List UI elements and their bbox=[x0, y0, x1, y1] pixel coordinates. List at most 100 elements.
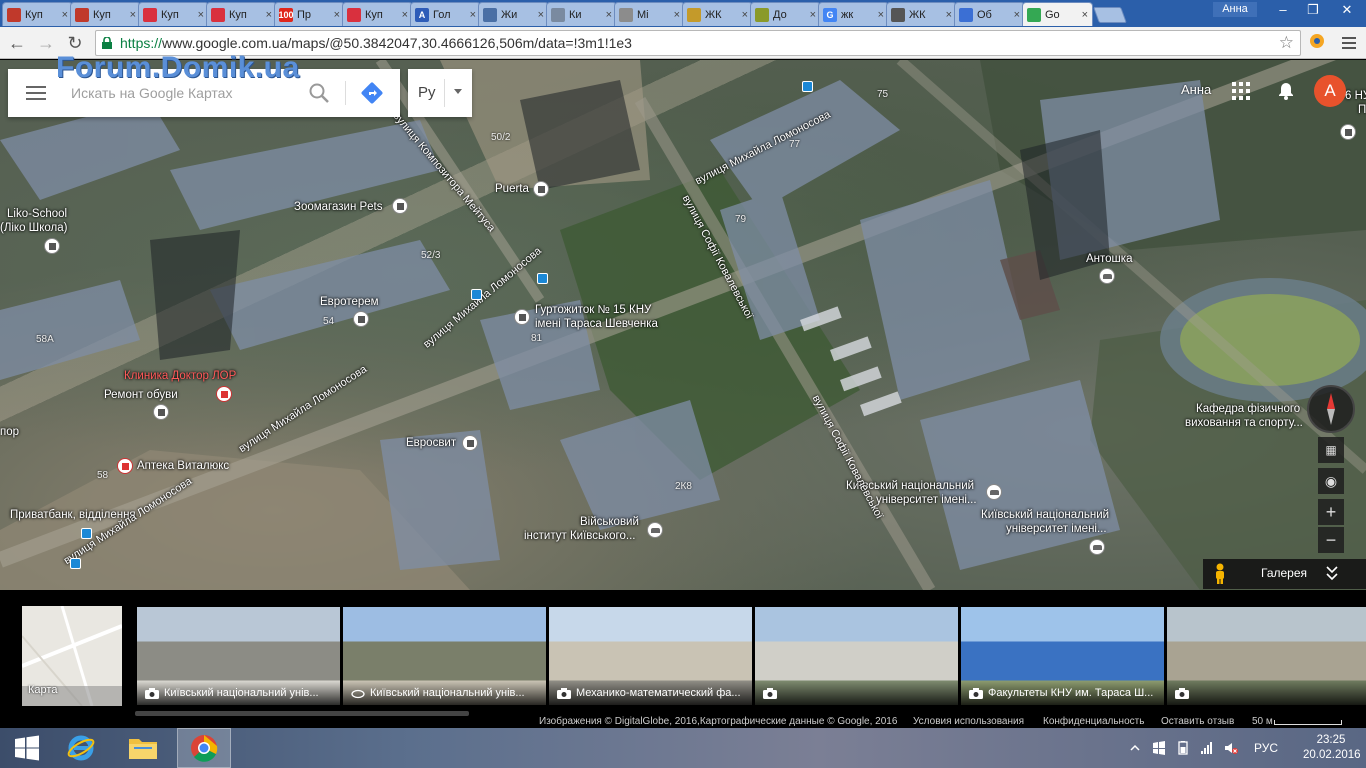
map-place-label[interactable]: виховання та спорту... bbox=[1185, 417, 1303, 430]
tab-close-icon[interactable]: × bbox=[198, 9, 204, 21]
map-place-label[interactable]: (Ліко Школа) bbox=[0, 222, 67, 235]
poi-school-marker[interactable] bbox=[1099, 268, 1115, 284]
poi-school-marker[interactable] bbox=[44, 238, 60, 254]
browser-tab[interactable]: Gжк × bbox=[818, 2, 889, 26]
tab-close-icon[interactable]: × bbox=[1014, 9, 1020, 21]
input-language[interactable]: РУС bbox=[1254, 741, 1278, 755]
taskbar-explorer[interactable] bbox=[116, 728, 170, 768]
map-place-label[interactable]: Військовий bbox=[580, 516, 639, 529]
profile-button[interactable]: Анна bbox=[1213, 2, 1257, 17]
map-place-label[interactable]: Евросвит bbox=[406, 437, 456, 450]
map-place-label[interactable]: Puerta bbox=[495, 183, 529, 196]
minimize-button[interactable]: – bbox=[1268, 0, 1298, 20]
poi-pharmacy-marker[interactable] bbox=[117, 458, 133, 474]
tab-close-icon[interactable]: × bbox=[334, 9, 340, 21]
tray-expand-icon[interactable] bbox=[1128, 741, 1142, 755]
battery-icon[interactable] bbox=[1176, 741, 1190, 755]
bookmark-star-icon[interactable]: ☆ bbox=[1279, 33, 1294, 53]
tab-close-icon[interactable]: × bbox=[946, 9, 952, 21]
tab-close-icon[interactable]: × bbox=[470, 9, 476, 21]
map-place-label[interactable]: Київський національний bbox=[981, 509, 1109, 522]
gallery-photo[interactable]: Факультеты КНУ им. Тараса Ш... bbox=[961, 607, 1164, 705]
search-input[interactable] bbox=[71, 83, 301, 103]
bus-stop-marker[interactable] bbox=[70, 558, 81, 569]
forward-button[interactable]: → bbox=[34, 31, 58, 55]
bus-stop-marker[interactable] bbox=[537, 273, 548, 284]
gallery-photo[interactable]: Київський національний унів... bbox=[137, 607, 340, 705]
tab-close-icon[interactable]: × bbox=[62, 9, 68, 21]
browser-tab[interactable]: Куп × bbox=[70, 2, 141, 26]
poi-shop-marker[interactable] bbox=[533, 181, 549, 197]
poi-place-marker[interactable] bbox=[153, 404, 169, 420]
taskbar-ie[interactable] bbox=[54, 728, 108, 768]
bus-stop-marker[interactable] bbox=[802, 81, 813, 92]
avatar[interactable]: А bbox=[1314, 75, 1346, 107]
map-place-label[interactable]: університет імені... bbox=[876, 494, 977, 507]
map-place-label[interactable]: Кафедра фізичного bbox=[1196, 403, 1300, 416]
gallery-photo[interactable] bbox=[1167, 607, 1366, 705]
bus-stop-marker[interactable] bbox=[81, 528, 92, 539]
browser-tab[interactable]: 100 Пр × bbox=[274, 2, 345, 26]
volume-muted-icon[interactable] bbox=[1224, 741, 1238, 755]
gallery-photo[interactable]: Механико-математический фа... bbox=[549, 607, 752, 705]
poi-university-marker[interactable] bbox=[1089, 539, 1105, 555]
map-place-label[interactable]: Антошка bbox=[1086, 253, 1132, 266]
account-name[interactable]: Анна bbox=[1181, 82, 1211, 97]
apps-grid-icon[interactable] bbox=[1232, 82, 1250, 100]
tab-close-icon[interactable]: × bbox=[538, 9, 544, 21]
map-place-label[interactable]: імені Тараса Шевченка bbox=[535, 318, 658, 331]
tab-close-icon[interactable]: × bbox=[402, 9, 408, 21]
browser-tab[interactable]: Куп × bbox=[342, 2, 413, 26]
tab-close-icon[interactable]: × bbox=[130, 9, 136, 21]
tab-close-icon[interactable]: × bbox=[674, 9, 680, 21]
language-select[interactable]: Ру bbox=[408, 69, 472, 117]
privacy-link[interactable]: Конфиденциальность bbox=[1043, 716, 1144, 727]
map-place-label[interactable]: Liko-School bbox=[7, 208, 67, 221]
browser-tab[interactable]: Куп × bbox=[206, 2, 277, 26]
map-place-label[interactable]: університет імені... bbox=[1006, 523, 1107, 536]
bus-stop-marker[interactable] bbox=[471, 289, 482, 300]
directions-icon[interactable] bbox=[360, 81, 384, 105]
gallery-photo[interactable]: Київський національний унів... bbox=[343, 607, 546, 705]
poi-university-marker[interactable] bbox=[986, 484, 1002, 500]
tab-close-icon[interactable]: × bbox=[810, 9, 816, 21]
browser-tab[interactable]: ЖК × bbox=[886, 2, 957, 26]
browser-tab[interactable]: Куп × bbox=[138, 2, 209, 26]
my-location-button[interactable]: ◉ bbox=[1318, 468, 1344, 494]
compass[interactable] bbox=[1307, 385, 1355, 433]
poi-place-marker[interactable] bbox=[514, 309, 530, 325]
terms-link[interactable]: Условия использования bbox=[913, 716, 1024, 727]
map-place-label[interactable]: інститут Київського... bbox=[524, 530, 635, 543]
close-window-button[interactable]: ✕ bbox=[1332, 0, 1362, 20]
satellite-map[interactable]: Liko-School (Ліко Школа) Зоомагазин Pets Pu… bbox=[0, 60, 1366, 590]
tab-close-icon[interactable]: × bbox=[266, 9, 272, 21]
map-place-label[interactable]: Аптека Виталюкс bbox=[137, 460, 229, 473]
map-place-label[interactable]: Гуртожиток № 15 КНУ bbox=[535, 304, 651, 317]
zoom-out-button[interactable]: − bbox=[1318, 527, 1344, 553]
browser-tab[interactable]: Жи × bbox=[478, 2, 549, 26]
map-place-label[interactable]: Ремонт обуви bbox=[104, 389, 178, 402]
action-center-icon[interactable] bbox=[1152, 741, 1166, 755]
pegman-icon[interactable] bbox=[1213, 563, 1227, 585]
browser-tab[interactable]: Куп × bbox=[2, 2, 73, 26]
new-tab-button[interactable] bbox=[1093, 7, 1127, 23]
browser-tab[interactable]: Об × bbox=[954, 2, 1025, 26]
menu-icon[interactable] bbox=[26, 86, 46, 100]
map-place-label[interactable]: 6 НУ bbox=[1345, 90, 1366, 103]
poi-university-marker[interactable] bbox=[647, 522, 663, 538]
zoom-in-button[interactable]: + bbox=[1318, 499, 1344, 525]
poi-shop-marker[interactable] bbox=[392, 198, 408, 214]
browser-tab[interactable]: До × bbox=[750, 2, 821, 26]
tab-close-icon[interactable]: × bbox=[742, 9, 748, 21]
tab-close-icon[interactable]: × bbox=[1082, 9, 1088, 21]
extension-icon[interactable] bbox=[1309, 33, 1325, 49]
browser-tab[interactable]: Ки × bbox=[546, 2, 617, 26]
browser-tab[interactable]: A Гол × bbox=[410, 2, 481, 26]
bell-icon[interactable] bbox=[1278, 82, 1294, 100]
tab-close-icon[interactable]: × bbox=[878, 9, 884, 21]
poi-hotel-marker[interactable] bbox=[1340, 124, 1356, 140]
feedback-link[interactable]: Оставить отзыв bbox=[1161, 716, 1234, 727]
gallery-toggle[interactable]: Галерея bbox=[1203, 559, 1366, 589]
map-place-label[interactable]: П bbox=[1358, 104, 1366, 117]
map-place-label[interactable]: Клиника Доктор ЛОР bbox=[124, 370, 236, 383]
